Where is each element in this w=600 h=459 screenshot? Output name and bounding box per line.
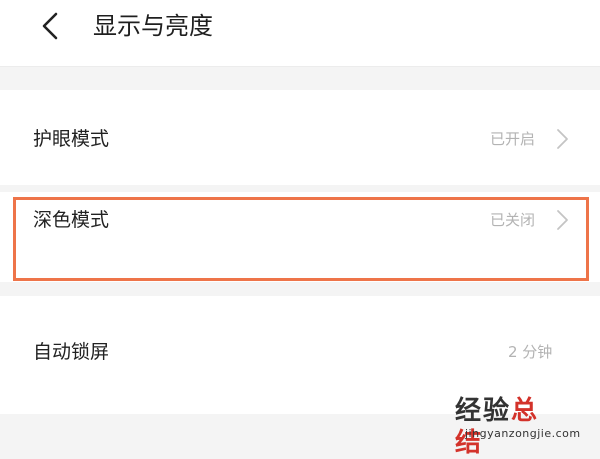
watermark-text-dark: 经验 (455, 396, 512, 426)
page-title: 显示与亮度 (93, 12, 213, 40)
watermark-url: jingyanzongjie.com (465, 427, 581, 440)
app-header: 显示与亮度 (0, 0, 600, 67)
chevron-right-icon (557, 129, 568, 149)
watermark: 经验总结 jingyanzongjie.com (455, 395, 595, 458)
setting-label: 自动锁屏 (33, 341, 110, 363)
setting-label: 护眼模式 (33, 128, 110, 150)
back-chevron-icon[interactable] (36, 8, 66, 44)
setting-row-eye-protection[interactable]: 护眼模式 已开启 (0, 90, 600, 185)
highlight-box (13, 197, 589, 281)
setting-value: 2 分钟 (508, 343, 553, 361)
setting-value: 已开启 (490, 130, 536, 148)
